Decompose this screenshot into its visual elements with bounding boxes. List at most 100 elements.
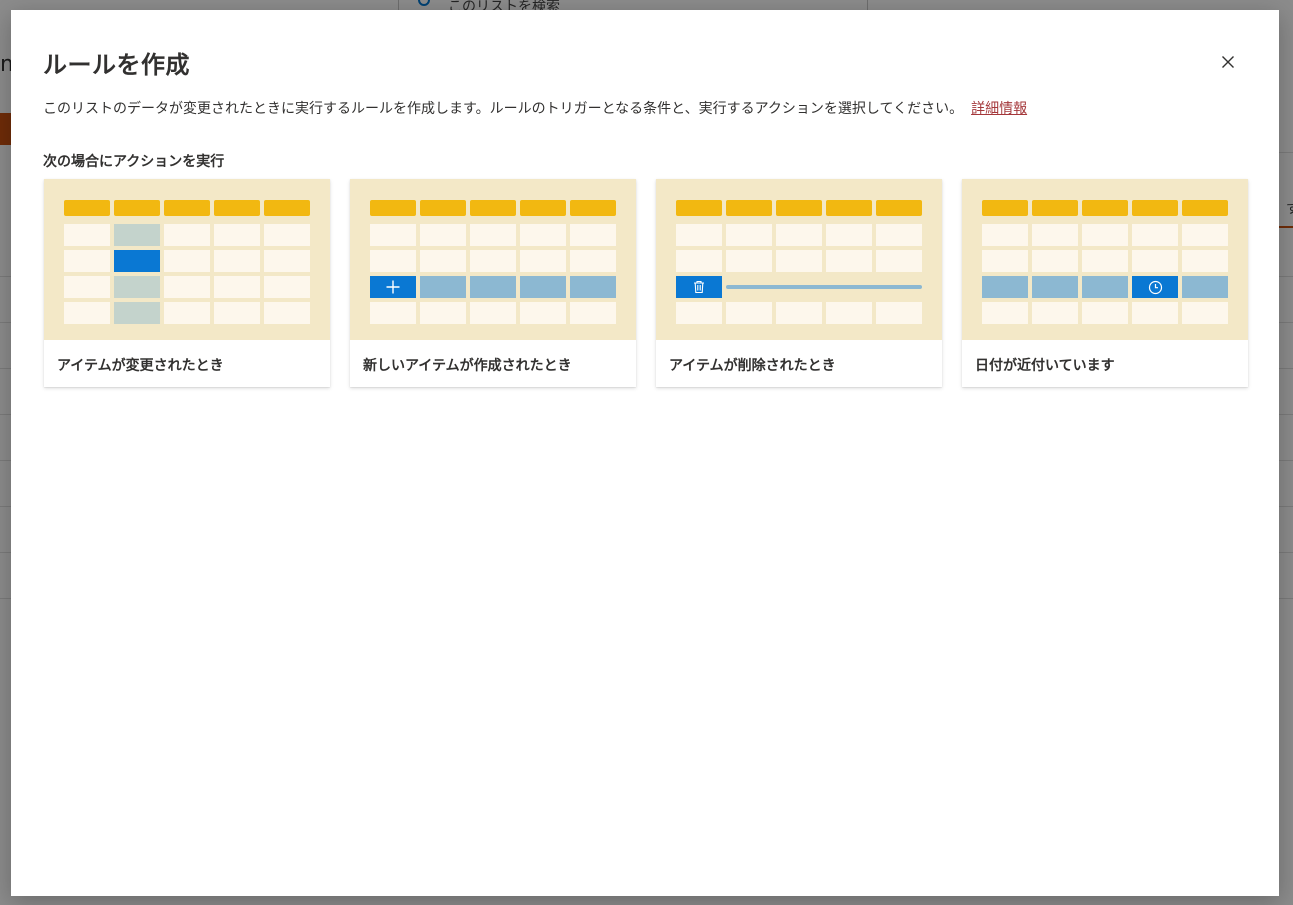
illustration-cell (726, 224, 772, 246)
illustration-cell (726, 302, 772, 324)
illustration-cell (676, 224, 722, 246)
illustration-cell (420, 276, 466, 298)
illustration-header-cell (470, 200, 516, 216)
trigger-card-item-changed[interactable]: アイテムが変更されたとき (44, 179, 330, 387)
illustration-cell (726, 250, 772, 272)
illustration-cell (1082, 302, 1128, 324)
illustration-cell (520, 302, 566, 324)
illustration-cell (470, 302, 516, 324)
illustration-cell (64, 224, 110, 246)
illustration-cell (214, 250, 260, 272)
illustration-header-cell (1182, 200, 1228, 216)
illustration-cell (776, 302, 822, 324)
illustration-cell (876, 224, 922, 246)
illustration-header-cell (676, 200, 722, 216)
illustration-cell (982, 302, 1028, 324)
close-button[interactable] (1216, 50, 1240, 74)
illustration-cell (370, 250, 416, 272)
deleted-row-strike (726, 285, 922, 289)
illustration-cell (370, 224, 416, 246)
illustration-header-cell (64, 200, 110, 216)
illustration-cell (264, 302, 310, 324)
illustration-cell (64, 302, 110, 324)
illustration-cell (1132, 302, 1178, 324)
learn-more-link[interactable]: 詳細情報 (971, 101, 1027, 117)
illustration-cell (876, 302, 922, 324)
illustration-cell (164, 302, 210, 324)
item-deleted-illustration (656, 179, 942, 340)
illustration-cell (114, 224, 160, 246)
illustration-header-cell (520, 200, 566, 216)
illustration-cell (370, 302, 416, 324)
illustration-cell (520, 250, 566, 272)
trigger-card-item-deleted[interactable]: アイテムが削除されたとき (656, 179, 942, 387)
illustration-cell (1132, 250, 1178, 272)
card-label: 日付が近付いています (975, 358, 1115, 374)
illustration-cell (64, 276, 110, 298)
trigger-card-date-approaching[interactable]: 日付が近付いています (962, 179, 1248, 387)
illustration-cell (570, 302, 616, 324)
illustration-cell (1032, 250, 1078, 272)
illustration-cell (1082, 250, 1128, 272)
illustration-cell (1132, 224, 1178, 246)
trigger-card-item-created[interactable]: 新しいアイテムが作成されたとき (350, 179, 636, 387)
illustration-cell (876, 250, 922, 272)
illustration-header-cell (214, 200, 260, 216)
illustration-cell (164, 276, 210, 298)
illustration-header-cell (1132, 200, 1178, 216)
illustration-header-cell (420, 200, 466, 216)
trigger-section-label: 次の場合にアクションを実行 (43, 154, 225, 170)
illustration-cell (776, 250, 822, 272)
illustration-cell (570, 224, 616, 246)
illustration-cell (164, 250, 210, 272)
illustration-cell (470, 224, 516, 246)
illustration-header-cell (726, 200, 772, 216)
illustration-cell (214, 224, 260, 246)
card-label: アイテムが変更されたとき (57, 358, 224, 374)
illustration-header-cell (776, 200, 822, 216)
illustration-cell (114, 302, 160, 324)
illustration-cell (470, 250, 516, 272)
illustration-cell (826, 250, 872, 272)
dialog-title: ルールを作成 (43, 51, 190, 79)
illustration-cell (420, 250, 466, 272)
date-approaching-illustration (962, 179, 1248, 340)
illustration-cell (676, 250, 722, 272)
illustration-cell (264, 224, 310, 246)
illustration-cell (214, 276, 260, 298)
clock-icon (1132, 276, 1178, 298)
illustration-cell (164, 224, 210, 246)
illustration-cell (1032, 224, 1078, 246)
illustration-header-cell (570, 200, 616, 216)
illustration-header-cell (1032, 200, 1078, 216)
illustration-cell (264, 276, 310, 298)
illustration-cell (826, 302, 872, 324)
illustration-cell (520, 224, 566, 246)
illustration-cell (214, 302, 260, 324)
illustration-cell (982, 224, 1028, 246)
illustration-cell (1032, 276, 1078, 298)
illustration-cell (676, 302, 722, 324)
dialog-description: このリストのデータが変更されたときに実行するルールを作成します。ルールのトリガー… (43, 98, 1027, 118)
illustration-cell (1182, 224, 1228, 246)
illustration-header-cell (370, 200, 416, 216)
illustration-cell (1082, 224, 1128, 246)
illustration-cell (776, 224, 822, 246)
illustration-cell (982, 250, 1028, 272)
illustration-cell (420, 302, 466, 324)
description-text: このリストのデータが変更されたときに実行するルールを作成します。ルールのトリガー… (43, 101, 964, 117)
close-icon (1222, 56, 1234, 68)
illustration-cell (1032, 302, 1078, 324)
illustration-cell (114, 250, 160, 272)
illustration-cell (1182, 302, 1228, 324)
illustration-cell (264, 250, 310, 272)
item-created-illustration (350, 179, 636, 340)
illustration-cell (570, 276, 616, 298)
plus-icon (370, 276, 416, 298)
create-rule-dialog: ルールを作成 このリストのデータが変更されたときに実行するルールを作成します。ル… (11, 10, 1279, 896)
illustration-cell (114, 276, 160, 298)
illustration-cell (1082, 276, 1128, 298)
illustration-cell (1182, 276, 1228, 298)
illustration-cell (64, 250, 110, 272)
illustration-header-cell (826, 200, 872, 216)
